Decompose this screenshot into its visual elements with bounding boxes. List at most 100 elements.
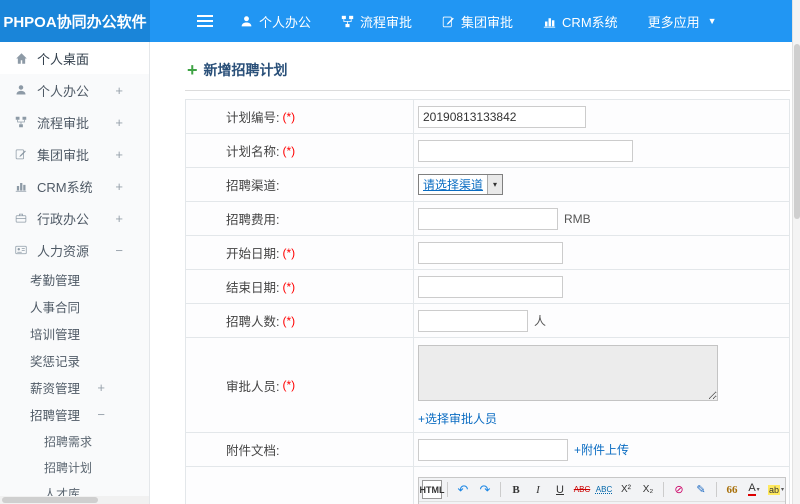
toolbar-separator <box>500 482 501 497</box>
sidebar-item-label: 个人桌面 <box>37 51 90 67</box>
person-icon <box>240 15 253 28</box>
attachment-input[interactable] <box>418 438 568 461</box>
app-logo[interactable]: PHPOA协同办公软件 <box>0 0 150 42</box>
blockquote-button[interactable]: 66 <box>722 480 742 499</box>
spellcheck-button[interactable]: ABC <box>594 480 614 499</box>
expand-icon[interactable]: + <box>115 83 123 98</box>
field-label <box>186 467 414 504</box>
sidebar-item-salary[interactable]: 薪资管理 + <box>0 374 149 401</box>
toolbar-separator <box>447 482 448 497</box>
collapse-icon[interactable]: − <box>115 243 123 258</box>
sidebar-item-label: 行政办公 <box>37 211 90 227</box>
nav-group-approval[interactable]: 集团审批 <box>442 12 513 31</box>
cost-input[interactable] <box>418 207 558 230</box>
attachment-upload-link[interactable]: +附件上传 <box>574 441 629 458</box>
sidebar-item-group-approval[interactable]: 集团审批 + <box>0 138 149 170</box>
end-date-input[interactable] <box>418 275 563 298</box>
underline-button[interactable]: U <box>550 480 570 499</box>
nav-crm[interactable]: CRM系统 <box>543 12 618 31</box>
collapse-icon[interactable]: − <box>97 407 105 422</box>
sidebar-item-label: 集团审批 <box>37 147 90 163</box>
sidebar-item-personal-office[interactable]: 个人办公 + <box>0 74 149 106</box>
field-cell <box>414 236 789 269</box>
headcount-input[interactable] <box>418 309 528 332</box>
scrollbar-thumb[interactable] <box>2 497 98 503</box>
sidebar-item-recruitment-mgmt[interactable]: 招聘管理 − <box>0 401 149 428</box>
plan-number-input[interactable] <box>418 105 586 128</box>
menu-toggle-button[interactable] <box>196 14 214 28</box>
font-color-button[interactable]: A ▾ <box>744 480 764 499</box>
bold-button[interactable]: B <box>506 480 526 499</box>
flow-icon <box>341 15 354 28</box>
italic-button[interactable]: I <box>528 480 548 499</box>
field-cell: +附件上传 <box>414 433 789 466</box>
sidebar-item-label: 个人办公 <box>37 83 90 99</box>
form-row-end-date: 结束日期: (*) <box>186 270 789 304</box>
sidebar-item-personal-desktop[interactable]: 个人桌面 <box>0 42 149 74</box>
chevron-down-icon: ▼ <box>707 16 717 26</box>
sidebar-item-rewards[interactable]: 奖惩记录 <box>0 347 149 374</box>
sidebar-item-hr-contract[interactable]: 人事合同 <box>0 293 149 320</box>
strikethrough-button[interactable]: ABC <box>572 480 592 499</box>
field-label: 计划编号: (*) <box>186 100 414 133</box>
nav-more-apps[interactable]: 更多应用 ▼ <box>648 12 717 31</box>
edit-icon <box>442 15 455 28</box>
chevron-down-icon: ▾ <box>487 175 503 194</box>
add-icon: + <box>187 60 198 80</box>
nav-label: 更多应用 <box>647 14 700 30</box>
expand-icon[interactable]: + <box>97 380 105 395</box>
form-row-cost: 招聘费用: RMB <box>186 202 789 236</box>
undo-button[interactable]: ↶ <box>453 480 473 499</box>
field-cell <box>414 134 789 167</box>
expand-icon[interactable]: + <box>115 115 123 130</box>
plan-name-input[interactable] <box>418 139 633 162</box>
sidebar-item-crm[interactable]: CRM系统 + <box>0 170 149 202</box>
html-source-button[interactable]: HTML <box>420 480 445 499</box>
label-text: 开始日期: <box>226 247 280 261</box>
superscript-button[interactable]: X² <box>616 480 636 499</box>
sidebar-item-label: 薪资管理 <box>30 382 81 396</box>
expand-icon[interactable]: + <box>115 211 123 226</box>
redo-button[interactable]: ↷ <box>475 480 495 499</box>
remove-format-button[interactable]: ⊘ <box>669 480 689 499</box>
sidebar-item-workflow-approval[interactable]: 流程审批 + <box>0 106 149 138</box>
person-icon <box>14 84 28 96</box>
field-label: 审批人员: (*) <box>186 338 414 432</box>
field-label: 附件文档: <box>186 433 414 466</box>
expand-icon[interactable]: + <box>115 179 123 194</box>
start-date-input[interactable] <box>418 241 563 264</box>
expand-icon[interactable]: + <box>115 147 123 162</box>
approvers-textarea[interactable] <box>418 345 718 401</box>
sidebar-item-hr[interactable]: 人力资源 − <box>0 234 149 266</box>
chevron-down-icon: ▾ <box>781 487 785 493</box>
sidebar-horizontal-scrollbar[interactable] <box>0 496 149 504</box>
sidebar-item-admin-office[interactable]: 行政办公 + <box>0 202 149 234</box>
form-row-content-editor: HTML ↶ ↷ B I U ABC ABC X² X₂ ⊘ ✎ 66 A ▾ … <box>186 467 789 504</box>
label-text: 招聘人数: <box>226 315 280 329</box>
nav-label: CRM系统 <box>562 14 618 30</box>
sidebar-item-recruitment-plan[interactable]: 招聘计划 <box>0 454 149 480</box>
highlight-color-button[interactable]: ab ▾ <box>766 480 785 499</box>
home-icon <box>14 52 28 65</box>
sidebar-item-training[interactable]: 培训管理 <box>0 320 149 347</box>
field-cell <box>414 270 789 303</box>
channel-select[interactable]: 请选择渠道 ▾ <box>418 174 504 195</box>
id-card-icon <box>14 244 28 256</box>
select-approvers-link[interactable]: +选择审批人员 <box>418 410 497 427</box>
nav-label: 集团审批 <box>461 14 514 30</box>
form-row-headcount: 招聘人数: (*) 人 <box>186 304 789 338</box>
nav-personal-office[interactable]: 个人办公 <box>240 12 311 31</box>
format-painter-button[interactable]: ✎ <box>691 480 711 499</box>
page-vertical-scrollbar[interactable] <box>792 0 800 504</box>
rich-text-editor[interactable]: HTML ↶ ↷ B I U ABC ABC X² X₂ ⊘ ✎ 66 A ▾ … <box>418 477 786 504</box>
scrollbar-thumb[interactable] <box>794 44 800 219</box>
field-cell: 人 <box>414 304 789 337</box>
field-cell <box>414 100 789 133</box>
sidebar-item-recruitment-demand[interactable]: 招聘需求 <box>0 428 149 454</box>
field-label: 结束日期: (*) <box>186 270 414 303</box>
sidebar-item-attendance[interactable]: 考勤管理 <box>0 266 149 293</box>
nav-workflow-approval[interactable]: 流程审批 <box>341 12 412 31</box>
required-marker: (*) <box>282 313 296 328</box>
subscript-button[interactable]: X₂ <box>638 480 658 499</box>
top-nav: 个人办公 流程审批 集团审批 CRM系统 更多应用 ▼ <box>240 12 717 31</box>
